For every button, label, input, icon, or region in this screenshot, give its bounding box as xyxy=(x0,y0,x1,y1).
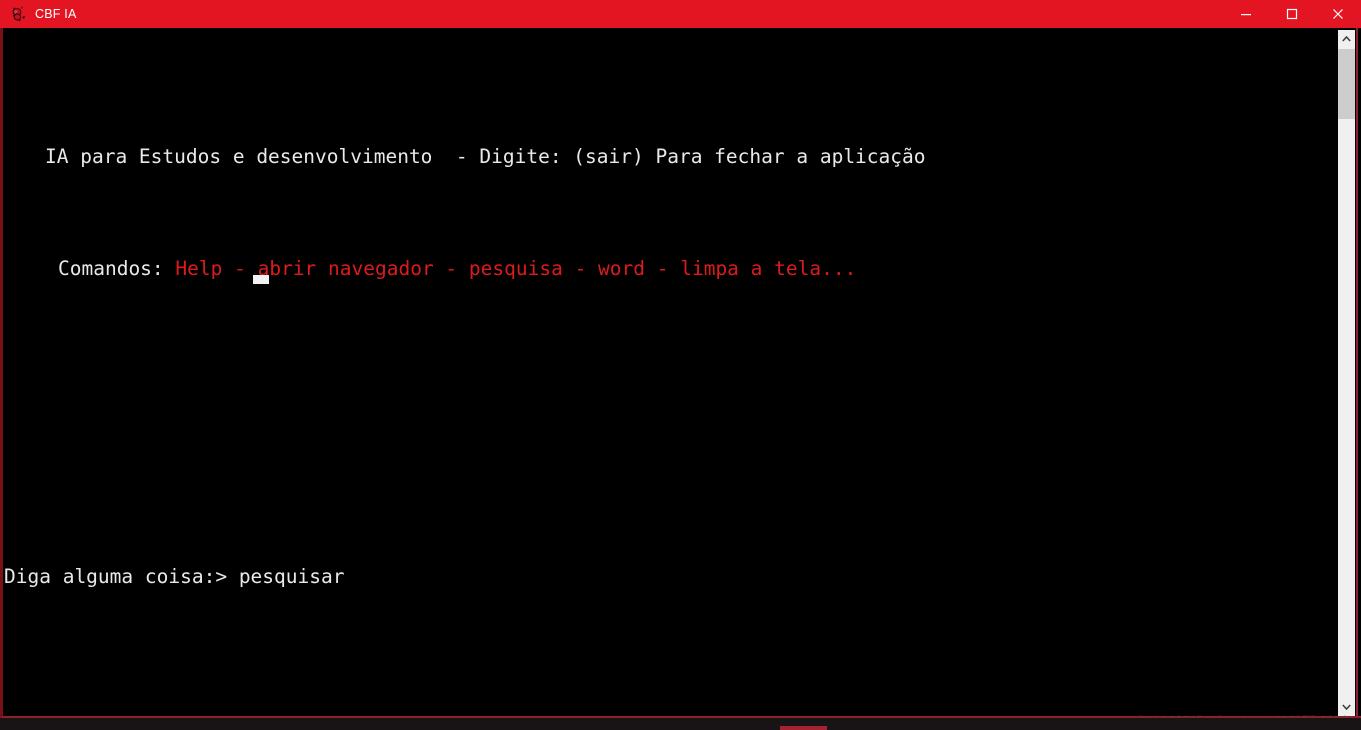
title-bar[interactable]: CBF IA xyxy=(0,0,1361,28)
close-icon xyxy=(1333,9,1343,19)
commands-label: Comandos: xyxy=(58,257,176,280)
prompt-1-label: Diga alguma coisa:> xyxy=(4,565,239,588)
minimize-button[interactable] xyxy=(1223,0,1269,28)
prompt-line-1: Diga alguma coisa:> pesquisar xyxy=(3,563,1333,591)
taskbar-active-indicator[interactable] xyxy=(780,726,827,730)
maximize-icon xyxy=(1286,8,1298,20)
application-window: CBF IA IA para Estudos e desenvolvimento… xyxy=(0,0,1361,718)
close-button[interactable] xyxy=(1315,0,1361,28)
minimize-icon xyxy=(1241,14,1251,16)
scrollbar-thumb[interactable] xyxy=(1338,49,1355,119)
header-intro-text: IA para Estudos e desenvolvimento - Digi… xyxy=(45,145,926,168)
console-right-border xyxy=(1356,28,1358,718)
maximize-button[interactable] xyxy=(1269,0,1315,28)
commands-list: Help - abrir navegador - pesquisa - word… xyxy=(175,257,857,280)
vertical-scrollbar[interactable] xyxy=(1338,30,1355,716)
console-output-area[interactable]: IA para Estudos e desenvolvimento - Digi… xyxy=(0,28,1361,718)
header-line-intro: IA para Estudos e desenvolvimento - Digi… xyxy=(3,143,1333,171)
window-controls xyxy=(1223,0,1361,28)
chevron-down-icon xyxy=(1342,704,1351,710)
chevron-up-icon xyxy=(1342,36,1351,42)
devil-app-icon xyxy=(9,5,27,23)
prompt-1-value: pesquisar xyxy=(238,565,345,588)
text-cursor xyxy=(253,275,269,284)
terminal-text-buffer: IA para Estudos e desenvolvimento - Digi… xyxy=(3,28,1333,716)
header-line-commands: Comandos: Help - abrir navegador - pesqu… xyxy=(3,255,1333,283)
desktop-strip xyxy=(0,718,1361,730)
window-title: CBF IA xyxy=(35,7,77,21)
scroll-up-button[interactable] xyxy=(1338,30,1355,48)
